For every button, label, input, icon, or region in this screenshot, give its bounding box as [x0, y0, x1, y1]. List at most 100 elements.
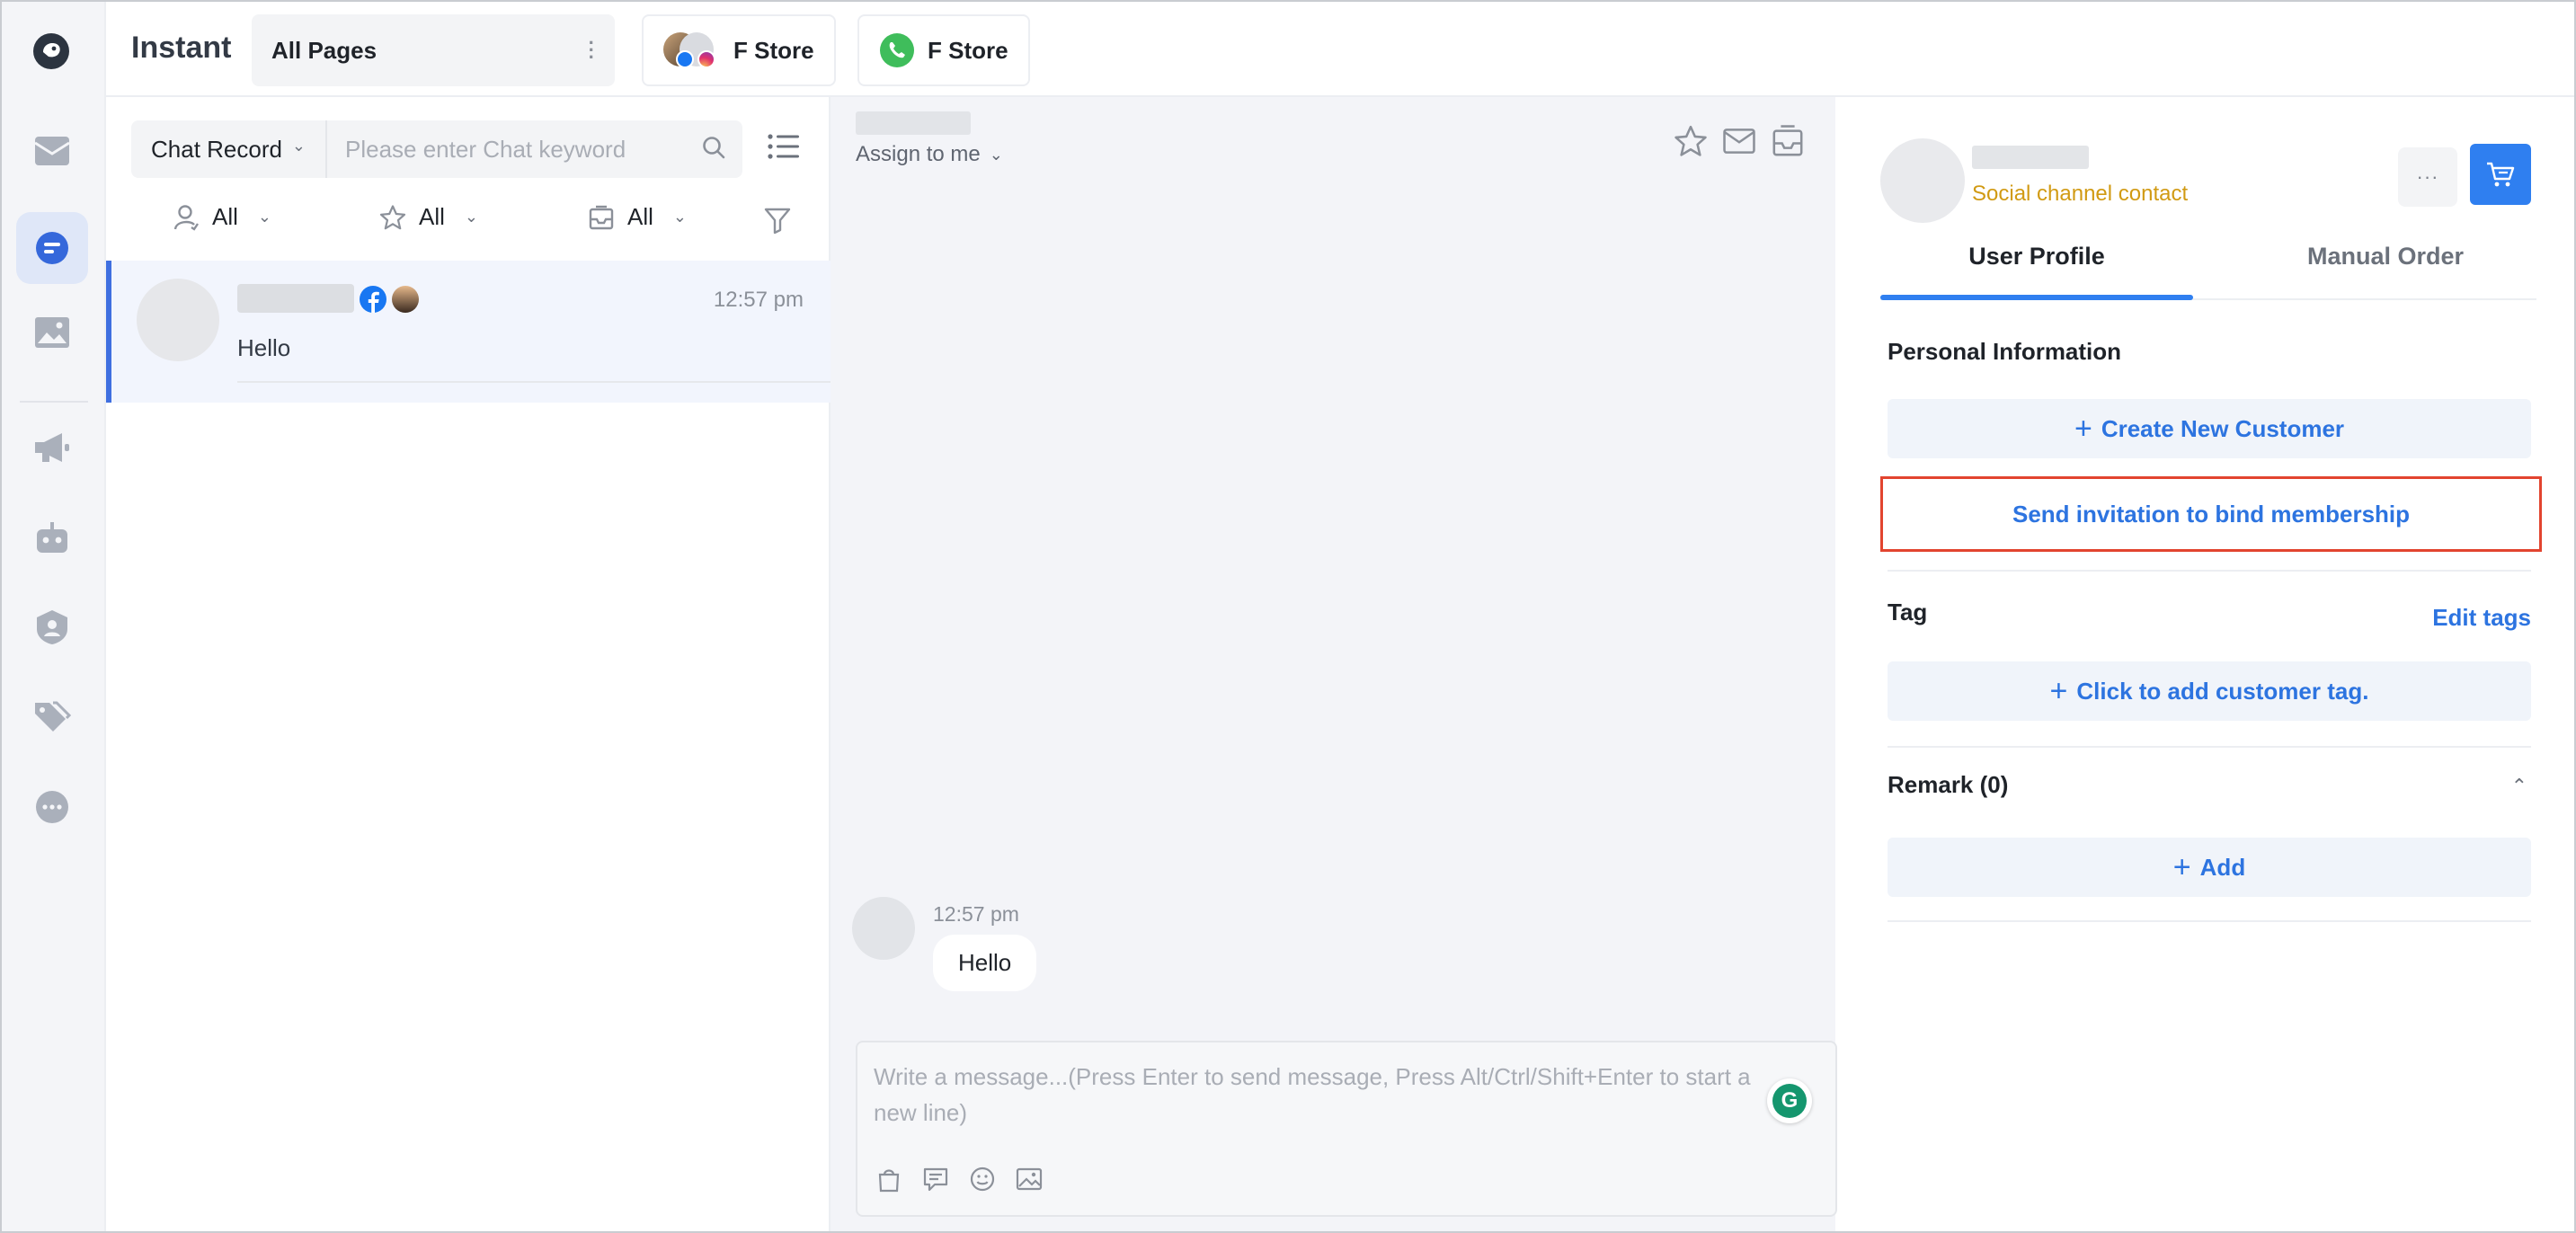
store-tab-label: F Store — [928, 36, 1008, 64]
chat-search-bar: Chat Record ⌄ — [131, 120, 742, 178]
instagram-icon — [697, 50, 715, 68]
plus-icon: + — [2049, 674, 2068, 708]
personal-info-title: Personal Information — [1888, 338, 2122, 365]
send-invitation-label: Send invitation to bind membership — [2012, 500, 2411, 528]
conversation-pane: Assign to me ⌄ 12:57 pm Hello G — [831, 97, 1837, 1231]
add-remark-button[interactable]: + Add — [1888, 838, 2531, 897]
inbox-filter-label: All — [627, 203, 653, 230]
message-composer: G — [856, 1041, 1837, 1217]
quick-reply-icon[interactable] — [922, 1166, 949, 1199]
chat-filters: All ⌄ All ⌄ All ⌄ — [106, 203, 831, 248]
star-filter-label: All — [419, 203, 445, 230]
create-customer-label: Create New Customer — [2101, 414, 2345, 442]
star-icon[interactable] — [1674, 124, 1708, 164]
store-tab-facebook[interactable]: F Store — [642, 14, 836, 86]
conversation-title-redacted — [856, 111, 971, 135]
message-time: 12:57 pm — [933, 902, 1019, 926]
kebab-icon[interactable]: · · · — [589, 33, 595, 67]
inbox-icon[interactable] — [32, 131, 72, 171]
image-icon[interactable] — [32, 313, 72, 352]
tab-manual-order[interactable]: Manual Order — [2229, 243, 2542, 298]
app-window: Instant All Pages · · · F Store F Store Ch… — [0, 0, 2576, 1233]
star-icon — [379, 204, 406, 229]
contact-type-label: Social channel contact — [1972, 182, 2189, 206]
cart-button[interactable] — [2470, 144, 2531, 205]
user-shield-icon[interactable] — [32, 608, 72, 647]
add-tag-label: Click to add customer tag. — [2076, 677, 2369, 705]
divider — [237, 381, 831, 383]
inbox-filter[interactable]: All ⌄ — [588, 203, 687, 231]
remark-title: Remark (0) — [1888, 771, 2009, 798]
avatar — [1880, 138, 1965, 223]
store-avatars — [663, 32, 721, 68]
chevron-down-icon: ⌄ — [989, 145, 1003, 164]
facebook-icon — [360, 286, 386, 313]
contact-name-redacted — [1972, 146, 2089, 169]
profile-tabs: User Profile Manual Order — [1880, 243, 2536, 300]
search-icon[interactable] — [701, 135, 726, 166]
more-options-button[interactable]: ··· — [2398, 147, 2457, 207]
composer-tools — [875, 1166, 1043, 1199]
assign-label: Assign to me — [856, 142, 981, 166]
message-input[interactable] — [874, 1059, 1781, 1149]
profile-panel: Social channel contact ··· User Profile … — [1862, 126, 2554, 1215]
shopping-bag-icon[interactable] — [875, 1166, 902, 1199]
divider — [1888, 746, 2531, 748]
robot-icon[interactable] — [32, 518, 72, 557]
image-upload-icon[interactable] — [1016, 1166, 1043, 1199]
conversation-time: 12:57 pm — [713, 288, 804, 312]
tag-title: Tag — [1888, 599, 1928, 625]
app-logo-icon[interactable] — [32, 32, 70, 70]
conversation-actions — [1674, 124, 1835, 164]
sidebar-divider — [20, 401, 88, 403]
grammarly-label: G — [1772, 1084, 1807, 1118]
chevron-up-icon[interactable]: ⌃ — [2511, 775, 2527, 798]
pages-select[interactable]: All Pages · · · — [252, 14, 615, 86]
contact-name-redacted — [237, 284, 354, 313]
message-bubble: Hello — [933, 935, 1037, 991]
add-tag-button[interactable]: + Click to add customer tag. — [1888, 661, 2531, 721]
avatar — [852, 897, 915, 960]
megaphone-icon[interactable] — [32, 428, 72, 467]
tab-user-profile[interactable]: User Profile — [1880, 243, 2193, 298]
divider — [1888, 920, 2531, 922]
chat-icon[interactable] — [16, 212, 88, 284]
inbox-icon — [589, 205, 614, 229]
assignee-filter-label: All — [212, 203, 238, 230]
chat-search-input[interactable] — [327, 135, 687, 164]
list-view-icon[interactable] — [768, 133, 800, 166]
edit-tags-link[interactable]: Edit tags — [2432, 604, 2531, 632]
active-tab-indicator — [1880, 295, 2193, 300]
assignee-icon — [173, 204, 199, 231]
star-filter[interactable]: All ⌄ — [379, 203, 478, 231]
mail-icon[interactable] — [1722, 124, 1756, 164]
divider — [1888, 570, 2531, 572]
create-customer-button[interactable]: + Create New Customer — [1888, 399, 2531, 458]
assign-dropdown[interactable]: Assign to me ⌄ — [856, 142, 1003, 167]
conversation-preview: Hello — [237, 334, 291, 361]
cart-icon — [2487, 162, 2515, 187]
plus-icon: + — [2074, 412, 2092, 446]
avatar — [137, 279, 219, 361]
archive-icon[interactable] — [1771, 124, 1805, 164]
facebook-icon — [676, 50, 694, 68]
chevron-down-icon: ⌄ — [672, 208, 687, 226]
store-tab-whatsapp[interactable]: F Store — [857, 14, 1030, 86]
search-type-select[interactable]: Chat Record ⌄ — [131, 120, 327, 178]
page-avatar — [392, 286, 419, 313]
emoji-icon[interactable] — [969, 1166, 996, 1199]
more-icon[interactable] — [32, 787, 72, 827]
chevron-down-icon: ⌄ — [257, 208, 271, 226]
grammarly-icon[interactable]: G — [1767, 1078, 1812, 1123]
send-invitation-button[interactable]: Send invitation to bind membership — [1880, 476, 2542, 552]
search-type-label: Chat Record — [151, 135, 282, 163]
store-tab-label: F Store — [733, 36, 814, 64]
assignee-filter[interactable]: All ⌄ — [173, 203, 271, 231]
conversation-item[interactable]: 12:57 pm Hello — [106, 261, 831, 403]
tags-icon[interactable] — [32, 697, 72, 737]
sidebar — [2, 2, 106, 1231]
filter-icon[interactable] — [764, 207, 791, 240]
whatsapp-icon — [879, 32, 915, 68]
top-bar: Instant All Pages · · · F Store F Store — [106, 2, 2574, 97]
plus-icon: + — [2172, 850, 2191, 884]
